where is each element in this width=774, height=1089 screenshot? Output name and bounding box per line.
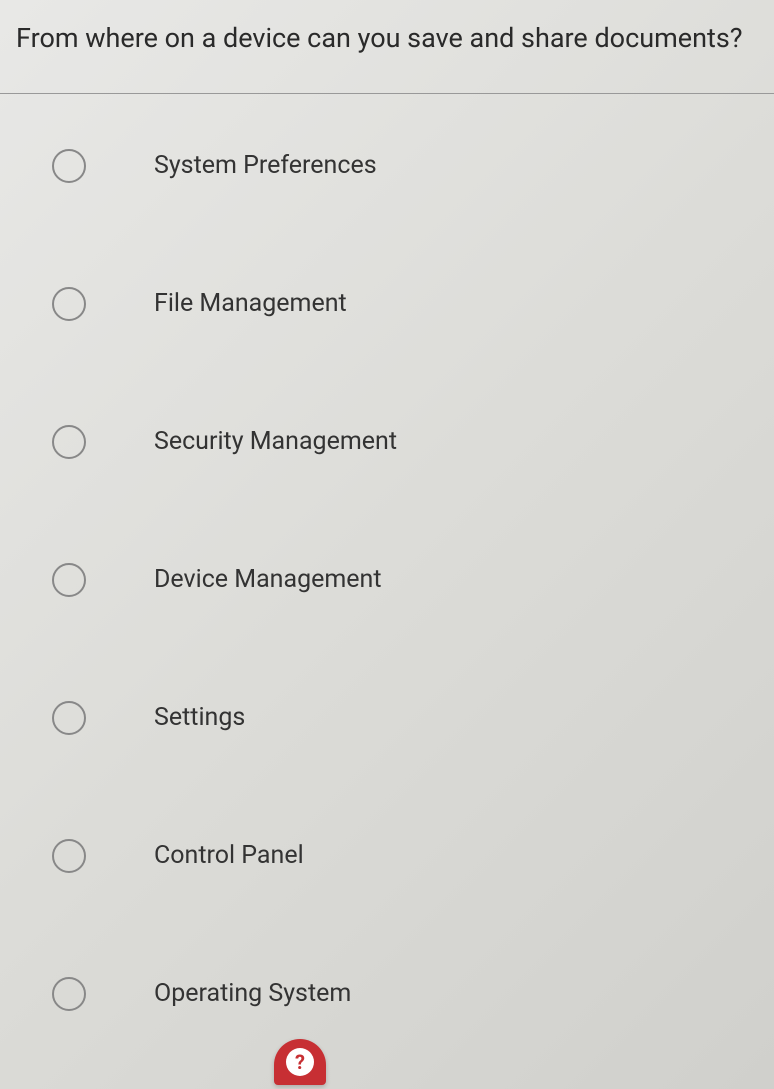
option-label: File Management	[154, 289, 347, 318]
radio-icon[interactable]	[52, 977, 86, 1011]
option-settings[interactable]: Settings	[0, 701, 774, 735]
help-button[interactable]: ?	[274, 1039, 326, 1085]
option-label: Operating System	[154, 979, 351, 1008]
option-security-management[interactable]: Security Management	[0, 425, 774, 459]
radio-icon[interactable]	[52, 149, 86, 183]
help-icon: ?	[286, 1048, 314, 1076]
option-label: Security Management	[154, 427, 397, 456]
option-system-preferences[interactable]: System Preferences	[0, 149, 774, 183]
option-label: Settings	[154, 703, 245, 732]
options-list: System Preferences File Management Secur…	[0, 94, 774, 1011]
option-label: System Preferences	[154, 151, 377, 180]
option-device-management[interactable]: Device Management	[0, 563, 774, 597]
radio-icon[interactable]	[52, 287, 86, 321]
radio-icon[interactable]	[52, 425, 86, 459]
option-file-management[interactable]: File Management	[0, 287, 774, 321]
question-text: From where on a device can you save and …	[0, 0, 774, 93]
radio-icon[interactable]	[52, 839, 86, 873]
option-control-panel[interactable]: Control Panel	[0, 839, 774, 873]
option-operating-system[interactable]: Operating System	[0, 977, 774, 1011]
option-label: Device Management	[154, 565, 382, 594]
option-label: Control Panel	[154, 841, 304, 870]
radio-icon[interactable]	[52, 563, 86, 597]
radio-icon[interactable]	[52, 701, 86, 735]
